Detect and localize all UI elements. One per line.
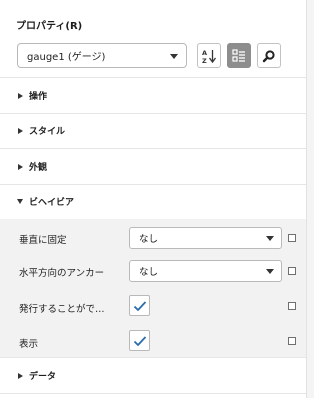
section-header-operation[interactable]: 操作 bbox=[0, 78, 306, 113]
categorized-view-icon bbox=[232, 48, 245, 62]
section-label: 操作 bbox=[29, 92, 48, 102]
publishable-checkbox[interactable] bbox=[129, 295, 150, 316]
search-icon bbox=[262, 49, 275, 62]
section-header-data[interactable]: データ bbox=[0, 358, 306, 393]
reset-default-box[interactable] bbox=[288, 234, 296, 242]
caret-right-icon bbox=[18, 92, 23, 99]
dropdown-value: なし bbox=[139, 234, 159, 245]
sort-alphabetical-button[interactable]: A Z bbox=[197, 43, 221, 68]
categorized-view-button[interactable] bbox=[227, 43, 251, 68]
svg-text:Z: Z bbox=[202, 57, 207, 64]
property-label: 水平方向のアンカー bbox=[19, 268, 105, 279]
section-label: データ bbox=[29, 372, 57, 382]
reset-default-box[interactable] bbox=[288, 337, 296, 345]
caret-right-icon bbox=[18, 163, 23, 170]
object-selector-dropdown[interactable]: gauge1 (ゲージ) bbox=[17, 43, 187, 68]
caret-right-icon bbox=[18, 372, 23, 379]
caret-right-icon bbox=[18, 127, 23, 134]
section-label: 外観 bbox=[29, 163, 48, 173]
property-label: 発行することがで… bbox=[19, 304, 105, 315]
panel-title: プロパティ(R) bbox=[16, 21, 83, 32]
visible-checkbox[interactable] bbox=[129, 330, 150, 351]
section-label: スタイル bbox=[29, 127, 66, 137]
property-row-horizontal-anchor: 水平方向のアンカー なし bbox=[0, 256, 306, 286]
object-selector-value: gauge1 (ゲージ) bbox=[27, 52, 106, 63]
chevron-down-icon bbox=[266, 236, 274, 241]
checkmark-icon bbox=[133, 335, 146, 346]
vertical-fix-dropdown[interactable]: なし bbox=[129, 227, 282, 249]
reset-default-box[interactable] bbox=[288, 302, 296, 310]
property-label: 垂直に固定 bbox=[19, 235, 67, 246]
properties-panel: プロパティ(R) gauge1 (ゲージ) A Z 操作 スタイル 外観 ビヘイ… bbox=[0, 0, 306, 398]
property-label: 表示 bbox=[19, 339, 39, 350]
panel-resize-edge[interactable] bbox=[306, 0, 314, 398]
search-button[interactable] bbox=[257, 43, 281, 68]
checkmark-icon bbox=[133, 300, 146, 311]
section-header-appearance[interactable]: 外観 bbox=[0, 149, 306, 184]
section-label: ビヘイビア bbox=[29, 198, 75, 208]
svg-text:A: A bbox=[202, 49, 207, 57]
property-row-visible: 表示 bbox=[0, 327, 306, 357]
divider bbox=[0, 393, 306, 394]
property-row-publishable: 発行することがで… bbox=[0, 292, 306, 322]
section-header-behavior[interactable]: ビヘイビア bbox=[0, 184, 306, 219]
section-header-style[interactable]: スタイル bbox=[0, 113, 306, 148]
caret-down-icon bbox=[17, 199, 23, 204]
horizontal-anchor-dropdown[interactable]: なし bbox=[129, 260, 282, 282]
chevron-down-icon bbox=[170, 54, 178, 59]
chevron-down-icon bbox=[266, 269, 274, 274]
reset-default-box[interactable] bbox=[288, 267, 296, 275]
sort-alphabetical-icon: A Z bbox=[202, 49, 217, 64]
dropdown-value: なし bbox=[139, 267, 159, 278]
property-row-vertical-fix: 垂直に固定 なし bbox=[0, 223, 306, 253]
